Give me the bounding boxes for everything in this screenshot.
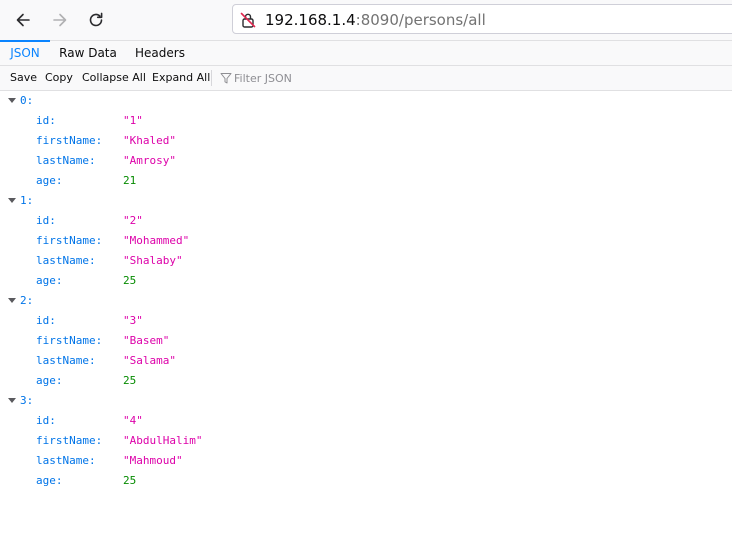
field-key: age: [36,174,63,187]
tab-raw-data[interactable]: Raw Data [50,41,126,65]
field-value: 21 [123,174,137,187]
field-value: "Khaled" [123,134,176,147]
record-index: 2: [20,294,34,307]
field-key: lastName: [36,254,96,267]
field-key: firstName: [36,334,103,347]
field-key: age: [36,374,63,387]
url-bar[interactable]: 192.168.1.4:8090/persons/all [232,4,732,34]
expand-all-button[interactable]: Expand All [152,66,210,90]
collapse-all-button[interactable]: Collapse All [82,66,146,90]
field-key: firstName: [36,434,103,447]
record-index: 0: [20,94,34,107]
field-value: "1" [123,114,143,127]
browser-toolbar: 192.168.1.4:8090/persons/all [0,0,732,40]
field-value: "Shalaby" [123,254,183,267]
reload-button[interactable] [84,8,108,32]
field-key: id: [36,414,56,427]
field-value: "4" [123,414,143,427]
field-value: "3" [123,314,143,327]
viewer-tabs: JSON Raw Data Headers [0,40,732,66]
field-key: lastName: [36,354,96,367]
field-value: "Mahmoud" [123,454,183,467]
field-key: id: [36,114,56,127]
expand-toggle-icon[interactable] [8,98,16,103]
url-text[interactable]: 192.168.1.4:8090/persons/all [265,10,486,30]
field-key: lastName: [36,454,96,467]
field-value: 25 [123,274,137,287]
tab-json[interactable]: JSON [0,40,50,65]
expand-toggle-icon[interactable] [8,298,16,303]
field-key: age: [36,274,63,287]
filter-json-input[interactable] [234,69,374,87]
reload-icon [87,11,105,29]
record-index: 1: [20,194,34,207]
expand-toggle-icon[interactable] [8,398,16,403]
toolbar-divider [211,70,212,86]
field-value: "Salama" [123,354,176,367]
field-value: "Mohammed" [123,234,190,247]
arrow-left-icon [14,11,32,29]
field-value: "2" [123,214,143,227]
field-value: "Amrosy" [123,154,176,167]
copy-button[interactable]: Copy [45,66,73,90]
field-key: firstName: [36,134,103,147]
back-button[interactable] [11,8,35,32]
save-button[interactable]: Save [10,66,37,90]
field-value: 25 [123,474,137,487]
field-key: firstName: [36,234,103,247]
record-index: 3: [20,394,34,407]
insecure-lock-icon[interactable] [239,11,257,29]
arrow-right-icon [51,11,69,29]
field-key: id: [36,214,56,227]
tab-headers[interactable]: Headers [126,41,194,65]
url-path: :8090/persons/all [355,11,486,29]
field-key: id: [36,314,56,327]
json-toolbar: Save Copy Collapse All Expand All [0,66,732,91]
field-value: "AbdulHalim" [123,434,203,447]
field-key: age: [36,474,63,487]
field-key: lastName: [36,154,96,167]
field-value: "Basem" [123,334,170,347]
filter-icon [220,72,232,87]
url-host: 192.168.1.4 [265,11,356,29]
expand-toggle-icon[interactable] [8,198,16,203]
forward-button[interactable] [48,8,72,32]
field-value: 25 [123,374,137,387]
